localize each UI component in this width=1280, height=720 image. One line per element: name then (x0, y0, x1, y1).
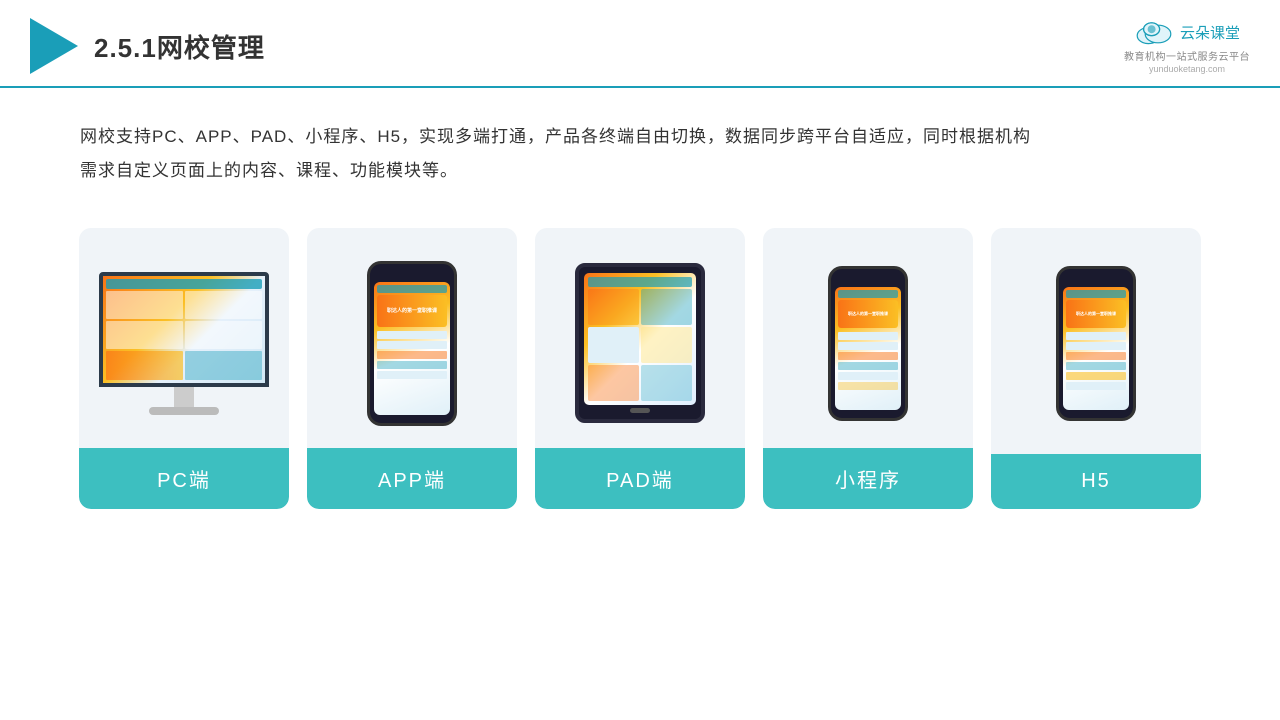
logo-triangle-icon (30, 18, 78, 74)
card-pad-image (535, 228, 745, 448)
card-h5-image: 职达人的第一堂职推课 (991, 228, 1201, 448)
tablet-mockup (575, 263, 705, 423)
card-pc-image (79, 228, 289, 448)
page-title: 2.5.1网校管理 (94, 28, 265, 65)
mini-phone-notch (855, 277, 881, 283)
card-h5-label: H5 (991, 454, 1201, 509)
phone-mockup-app: 职达人的第一堂职推课 (367, 261, 457, 426)
description-line1: 网校支持PC、APP、PAD、小程序、H5，实现多端打通，产品各终端自由切换，数… (80, 120, 1200, 154)
monitor-screen-inner (103, 276, 265, 383)
mini-phone-body: 职达人的第一堂职推课 (828, 266, 908, 421)
card-pc: PC端 (79, 228, 289, 509)
card-app: 职达人的第一堂职推课 APP端 (307, 228, 517, 509)
card-pc-label: PC端 (79, 448, 289, 509)
card-app-image: 职达人的第一堂职推课 (307, 228, 517, 448)
header: 2.5.1网校管理 云朵课堂 教育机构一站式服务云平台 yunduoketang… (0, 0, 1280, 88)
monitor-base (149, 407, 219, 415)
brand-url: yunduoketang.com (1149, 64, 1225, 74)
phone-mockup-h5: 职达人的第一堂职推课 (1056, 266, 1136, 421)
h5-phone-body: 职达人的第一堂职推课 (1056, 266, 1136, 421)
tablet-screen (584, 273, 696, 405)
tablet-home-button (630, 408, 650, 413)
h5-phone-notch (1083, 277, 1109, 283)
description-line2: 需求自定义页面上的内容、课程、功能模块等。 (80, 154, 1200, 188)
monitor-screen (99, 272, 269, 387)
cloud-icon (1134, 18, 1174, 46)
brand-subtitle: 教育机构一站式服务云平台 (1124, 48, 1250, 63)
brand-logo: 云朵课堂 (1134, 18, 1240, 46)
platform-cards: PC端 职达人的第一堂职推课 (0, 208, 1280, 529)
card-app-label: APP端 (307, 448, 517, 509)
brand-name: 云朵课堂 (1180, 22, 1240, 43)
header-left: 2.5.1网校管理 (30, 18, 265, 74)
card-pad: PAD端 (535, 228, 745, 509)
tablet-body (575, 263, 705, 423)
phone-notch (399, 272, 425, 278)
brand-area: 云朵课堂 教育机构一站式服务云平台 yunduoketang.com (1124, 18, 1250, 74)
h5-phone-screen: 职达人的第一堂职推课 (1063, 287, 1129, 410)
card-h5: 职达人的第一堂职推课 H5 (991, 228, 1201, 509)
card-miniprogram: 职达人的第一堂职推课 小程序 (763, 228, 973, 509)
card-miniprogram-image: 职达人的第一堂职推课 (763, 228, 973, 448)
monitor-mockup (99, 272, 269, 415)
phone-screen: 职达人的第一堂职推课 (374, 282, 450, 415)
description-block: 网校支持PC、APP、PAD、小程序、H5，实现多端打通，产品各终端自由切换，数… (0, 88, 1280, 208)
phone-body: 职达人的第一堂职推课 (367, 261, 457, 426)
card-pad-label: PAD端 (535, 448, 745, 509)
phone-mockup-mini: 职达人的第一堂职推课 (828, 266, 908, 421)
monitor-neck (174, 387, 194, 407)
card-miniprogram-label: 小程序 (763, 448, 973, 509)
mini-phone-screen: 职达人的第一堂职推课 (835, 287, 901, 410)
